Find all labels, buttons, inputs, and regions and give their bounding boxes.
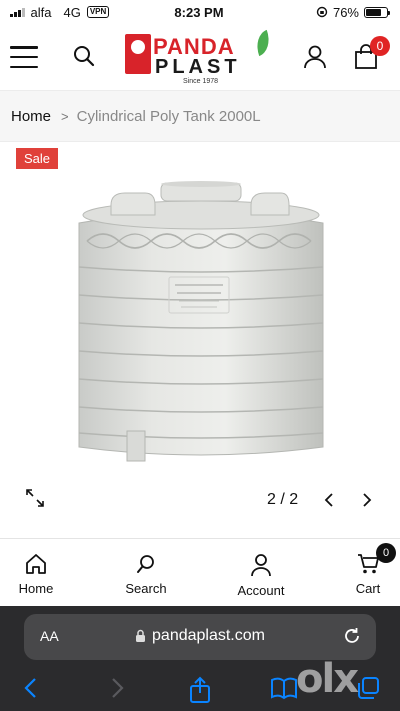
nav-home[interactable]: Home (0, 539, 76, 607)
orientation-lock-icon (316, 6, 328, 18)
account-icon[interactable] (302, 44, 328, 70)
nav-label: Cart (355, 581, 381, 596)
cart-count-badge: 0 (370, 36, 390, 56)
product-tank-image[interactable] (75, 181, 327, 477)
bookmarks-icon[interactable] (270, 676, 298, 700)
sale-badge: Sale (16, 148, 59, 169)
home-icon (26, 554, 46, 574)
site-header: PANDA PLAST Since 1978 0 (0, 24, 400, 90)
olx-watermark: olx (296, 656, 359, 702)
vpn-badge: VPN (86, 6, 110, 18)
status-time: 8:23 PM (174, 4, 224, 20)
search-icon[interactable] (72, 44, 96, 68)
image-counter: 2 / 2 (267, 491, 299, 508)
nav-label: Home (18, 581, 54, 596)
browser-chrome: AA pandaplast.com olx (0, 606, 400, 711)
logo-since: Since 1978 (183, 78, 219, 85)
bottom-nav: Home Search Account Cart 0 (0, 538, 400, 606)
chevron-right-icon: > (61, 108, 69, 124)
panda-logo-icon (125, 34, 151, 74)
nav-label: Account (237, 583, 285, 598)
url-text: pandaplast.com (152, 627, 265, 644)
brand-logo[interactable]: PANDA PLAST Since 1978 (125, 29, 275, 88)
nav-cart[interactable]: Cart 0 (328, 539, 400, 607)
nav-account[interactable]: Account (221, 539, 301, 607)
battery-icon (364, 6, 390, 18)
nav-search[interactable]: Search (106, 539, 186, 607)
status-bar: alfa 4G VPN 8:23 PM 76% (0, 0, 400, 24)
breadcrumb-current: Cylindrical Poly Tank 2000L (76, 107, 261, 125)
forward-icon[interactable] (108, 676, 126, 700)
leaf-icon (251, 29, 275, 57)
battery-percent: 76% (332, 4, 359, 20)
expand-icon[interactable] (26, 489, 44, 507)
network-type: 4G (63, 4, 81, 20)
breadcrumb-home[interactable]: Home (11, 108, 51, 125)
cart-button[interactable]: 0 (354, 36, 390, 75)
logo-text-bottom: PLAST (155, 56, 241, 78)
status-right: 76% (238, 4, 390, 20)
cart-count-badge: 0 (376, 543, 396, 563)
status-left: alfa 4G VPN (10, 5, 160, 20)
breadcrumb: Home > Cylindrical Poly Tank 2000L (0, 90, 400, 142)
account-icon (251, 554, 271, 577)
nav-label: Search (125, 581, 167, 596)
tabs-icon[interactable] (356, 676, 380, 700)
back-icon[interactable] (22, 676, 40, 700)
carrier-name: alfa (30, 4, 52, 20)
address-bar[interactable]: AA pandaplast.com (24, 614, 376, 660)
menu-icon[interactable] (10, 46, 38, 68)
url-display[interactable]: pandaplast.com (24, 627, 376, 645)
chevron-right-icon[interactable] (360, 491, 374, 509)
share-icon[interactable] (188, 676, 212, 704)
reload-icon[interactable] (342, 626, 362, 646)
search-icon (137, 555, 154, 573)
chevron-left-icon[interactable] (322, 491, 336, 509)
product-gallery: Sale 2 / 2 (0, 143, 400, 523)
signal-icon (10, 7, 25, 17)
lock-icon (136, 629, 146, 642)
